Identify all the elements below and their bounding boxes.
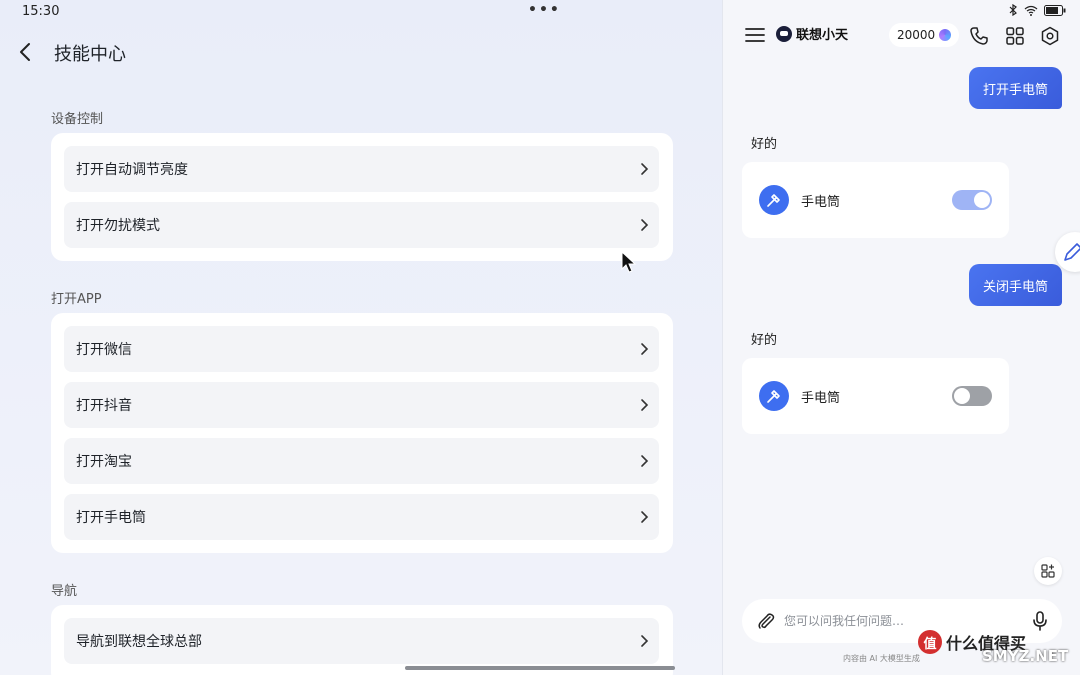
skill-row-label: 导航到联想全球总部 bbox=[76, 634, 202, 650]
skill-row[interactable]: 导航到联想全球总部 bbox=[64, 618, 659, 664]
brand-logo-icon bbox=[776, 25, 792, 42]
flashlight-skill-card: 手电筒 bbox=[742, 358, 1009, 434]
add-widget-icon bbox=[1041, 564, 1055, 578]
status-time: 15:30 bbox=[22, 4, 60, 19]
gem-icon bbox=[939, 29, 952, 41]
device-control-card: 打开自动调节亮度 打开勿扰模式 bbox=[51, 133, 673, 261]
mouse-cursor-icon bbox=[621, 251, 637, 273]
user-message-text: 关闭手电筒 bbox=[982, 279, 1048, 295]
more-dots[interactable]: ••• bbox=[528, 2, 561, 18]
toggle-knob bbox=[954, 388, 970, 404]
open-app-card: 打开微信 打开抖音 打开淘宝 打开手电筒 bbox=[51, 313, 673, 553]
flashlight-icon bbox=[759, 185, 789, 215]
system-status-icons bbox=[1008, 4, 1066, 16]
assistant-reply: 好的 bbox=[751, 137, 778, 152]
skill-row-label: 打开自动调节亮度 bbox=[76, 162, 188, 178]
pen-icon bbox=[1064, 243, 1080, 261]
skill-name: 手电筒 bbox=[801, 391, 841, 406]
watermark-site: SMYZ.NET bbox=[982, 647, 1069, 665]
chevron-right-icon bbox=[641, 635, 649, 647]
flashlight-toggle-off[interactable] bbox=[952, 386, 992, 406]
flashlight-skill-card: 手电筒 bbox=[742, 162, 1009, 238]
settings-hexagon-icon[interactable] bbox=[1040, 26, 1060, 46]
flashlight-toggle-on[interactable] bbox=[952, 190, 992, 210]
skill-row[interactable]: 打开自动调节亮度 bbox=[64, 146, 659, 192]
wifi-icon bbox=[1024, 5, 1038, 16]
attachment-icon[interactable] bbox=[756, 611, 776, 631]
watermark-logo: 值 bbox=[918, 630, 942, 654]
apps-grid-icon[interactable] bbox=[1005, 26, 1025, 46]
navigation-card: 导航到联想全球总部 bbox=[51, 605, 673, 675]
add-widget-button[interactable] bbox=[1034, 557, 1062, 585]
chevron-right-icon bbox=[641, 511, 649, 523]
section-label-device-control: 设备控制 bbox=[51, 112, 104, 127]
brand: 联想小天 bbox=[776, 24, 848, 43]
chevron-right-icon bbox=[641, 399, 649, 411]
battery-icon bbox=[1044, 4, 1066, 16]
flashlight-icon bbox=[759, 381, 789, 411]
skill-row[interactable]: 打开淘宝 bbox=[64, 438, 659, 484]
skill-row-label: 打开微信 bbox=[76, 342, 132, 358]
skill-row[interactable]: 打开勿扰模式 bbox=[64, 202, 659, 248]
page-title: 技能中心 bbox=[54, 44, 126, 65]
assistant-reply: 好的 bbox=[751, 333, 778, 348]
bluetooth-icon bbox=[1009, 4, 1017, 16]
section-label-navigation: 导航 bbox=[51, 584, 78, 599]
phone-icon[interactable] bbox=[969, 26, 989, 46]
user-message-bubble: 打开手电筒 bbox=[968, 67, 1062, 109]
chevron-right-icon bbox=[641, 163, 649, 175]
assistant-pane: 联想小天 20000 打开手电筒 好的 手电筒 关闭手电筒 好的 手电筒 您可以… bbox=[722, 0, 1080, 675]
points-value: 20000 bbox=[897, 28, 936, 42]
chat-input[interactable] bbox=[784, 611, 1014, 631]
skill-row-label: 打开勿扰模式 bbox=[76, 218, 160, 234]
microphone-icon[interactable] bbox=[1030, 610, 1050, 632]
points-badge[interactable]: 20000 bbox=[889, 23, 960, 47]
user-message-text: 打开手电筒 bbox=[982, 82, 1048, 98]
home-indicator[interactable] bbox=[405, 666, 675, 670]
skill-row-label: 打开淘宝 bbox=[76, 454, 132, 470]
section-label-open-app: 打开APP bbox=[51, 292, 102, 307]
skill-row[interactable]: 打开手电筒 bbox=[64, 494, 659, 540]
skill-name: 手电筒 bbox=[801, 195, 841, 210]
skill-row-label: 打开手电筒 bbox=[76, 510, 146, 526]
chevron-right-icon bbox=[641, 455, 649, 467]
skill-center-pane: 15:30 ••• 技能中心 设备控制 打开自动调节亮度 打开勿扰模式 打开AP… bbox=[0, 0, 722, 675]
skill-row-label: 打开抖音 bbox=[76, 398, 132, 414]
toggle-knob bbox=[974, 192, 990, 208]
skill-row[interactable]: 打开抖音 bbox=[64, 382, 659, 428]
chevron-right-icon bbox=[641, 219, 649, 231]
user-message-bubble: 关闭手电筒 bbox=[968, 264, 1062, 306]
brand-name: 联想小天 bbox=[796, 28, 849, 43]
back-arrow-icon[interactable] bbox=[14, 38, 38, 66]
skill-row[interactable]: 打开微信 bbox=[64, 326, 659, 372]
menu-icon[interactable] bbox=[745, 26, 765, 44]
ai-disclaimer: 内容由 AI 大模型生成 bbox=[843, 654, 920, 663]
chevron-right-icon bbox=[641, 343, 649, 355]
